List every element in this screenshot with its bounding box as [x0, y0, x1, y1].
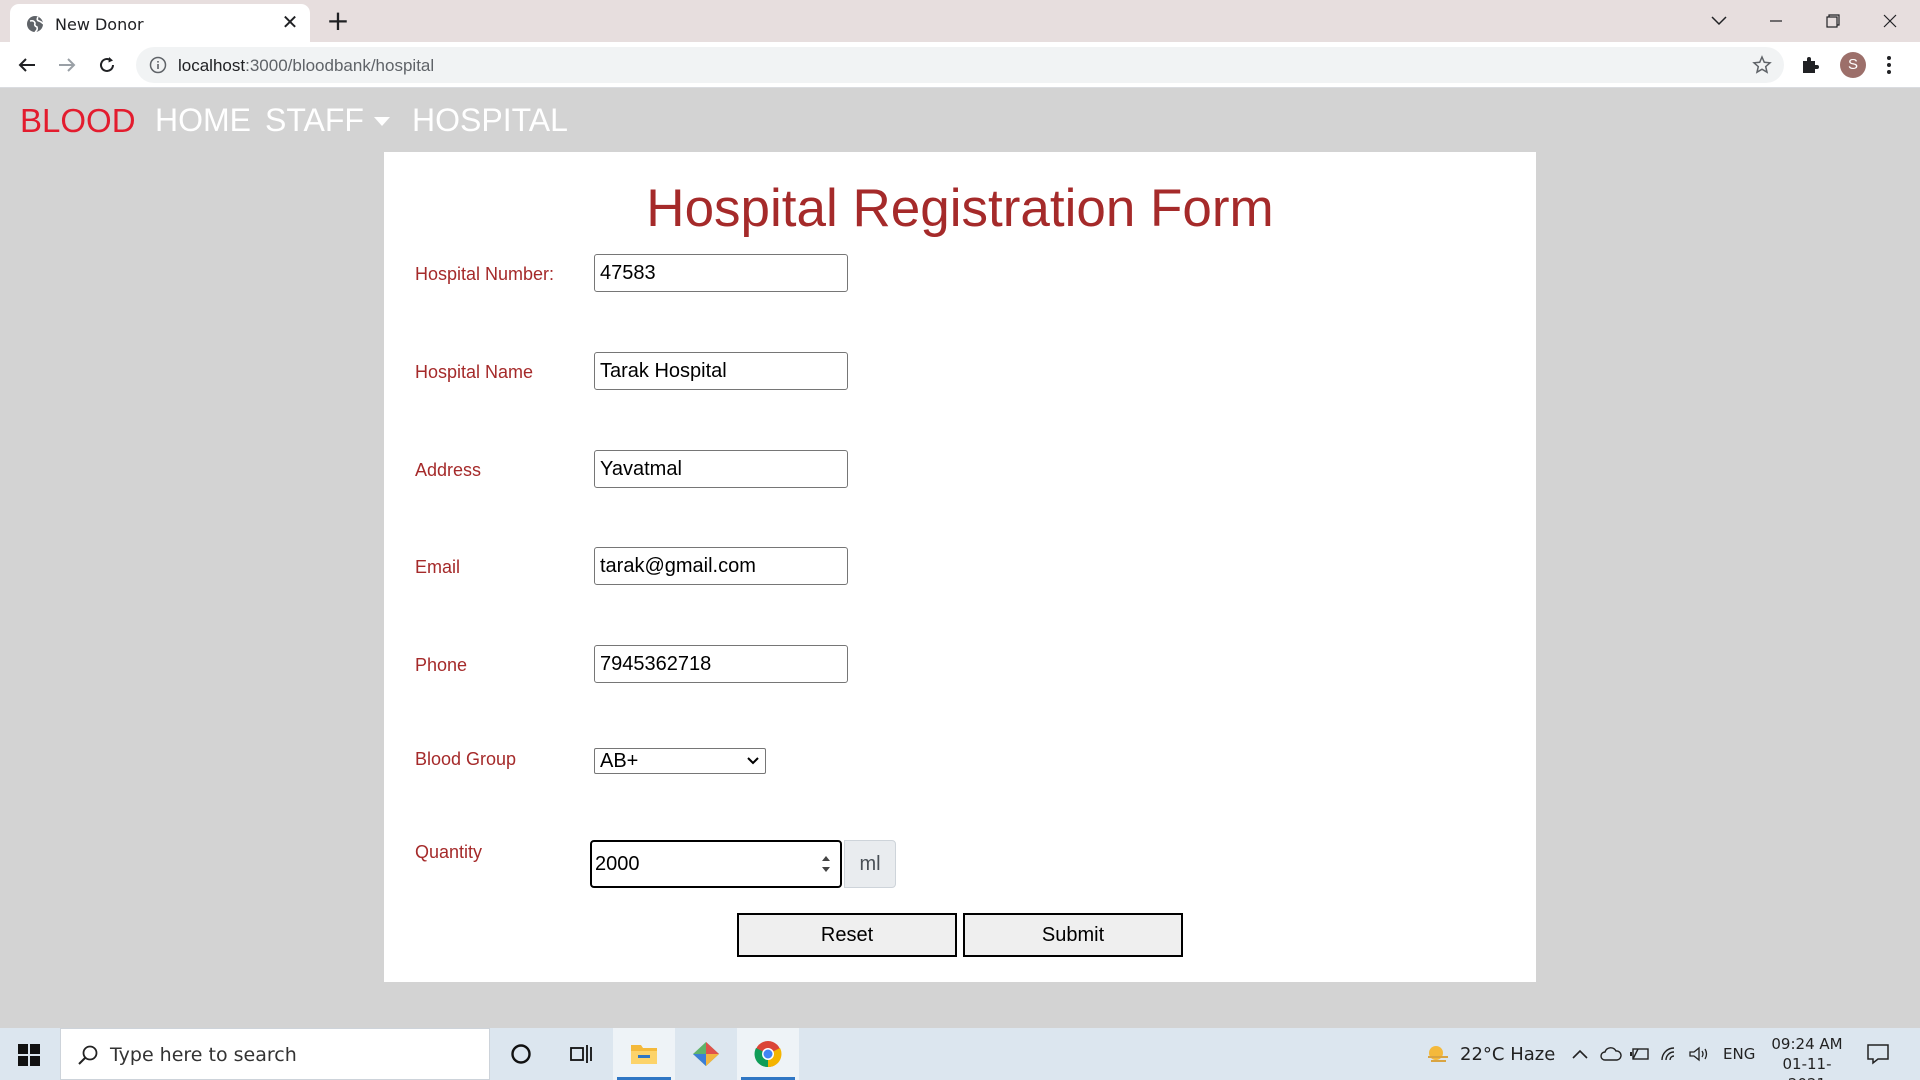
window-close-icon[interactable]	[1875, 6, 1905, 36]
page-content: BLOOD HOME STAFF HOSPITAL Hospital Regis…	[0, 88, 1920, 1028]
battery-icon[interactable]	[1630, 1028, 1650, 1080]
taskbar-search-box[interactable]: Type here to search	[60, 1028, 490, 1080]
reload-icon[interactable]	[92, 50, 122, 80]
system-clock[interactable]: 09:24 AM 01-11-2021	[1768, 1034, 1846, 1080]
globe-icon	[27, 16, 44, 33]
url-host: localhost	[178, 56, 246, 75]
weather-widget[interactable]: 22°C Haze	[1424, 1028, 1555, 1080]
hospital-number-label: Hospital Number:	[415, 264, 555, 284]
reset-button[interactable]: Reset	[737, 913, 957, 957]
wifi-icon[interactable]	[1660, 1028, 1680, 1080]
url-text: localhost:3000/bloodbank/hospital	[178, 56, 434, 76]
url-path: :3000/bloodbank/hospital	[245, 56, 435, 75]
address-bar[interactable]: localhost:3000/bloodbank/hospital	[136, 47, 1784, 83]
email-label: Email	[415, 557, 461, 577]
submit-button[interactable]: Submit	[963, 913, 1183, 957]
forward-icon[interactable]	[52, 50, 82, 80]
menu-kebab-icon[interactable]	[1883, 54, 1895, 76]
phone-input[interactable]: 7945362718	[594, 645, 848, 683]
onedrive-cloud-icon[interactable]	[1600, 1028, 1622, 1080]
git-app-icon[interactable]	[675, 1028, 737, 1080]
site-navbar: BLOOD HOME STAFF HOSPITAL	[0, 88, 1920, 154]
tray-chevron-up-icon[interactable]	[1572, 1028, 1588, 1080]
hospital-number-input[interactable]: 47583	[594, 254, 848, 292]
volume-icon[interactable]	[1688, 1028, 1710, 1080]
new-tab-icon[interactable]: +	[324, 7, 352, 35]
blood-group-select[interactable]: AB+	[594, 748, 766, 774]
task-view-icon[interactable]	[550, 1028, 612, 1080]
restore-icon[interactable]	[1818, 6, 1848, 36]
quantity-input[interactable]: 2000	[590, 840, 842, 888]
quantity-unit-addon: ml	[844, 840, 896, 888]
blood-group-label: Blood Group	[415, 749, 517, 769]
number-spinner-icon[interactable]	[820, 850, 832, 878]
phone-label: Phone	[415, 655, 468, 675]
windows-taskbar: Type here to search 22°C Haze ENG 09:24 …	[0, 1028, 1920, 1080]
blood-group-value: AB+	[600, 750, 639, 772]
cortana-icon[interactable]	[490, 1028, 552, 1080]
chevron-down-icon	[747, 757, 759, 765]
nav-home-link[interactable]: HOME	[155, 102, 251, 139]
brand-logo-link[interactable]: BLOOD	[20, 102, 136, 140]
browser-tab[interactable]: New Donor ✕	[10, 4, 310, 42]
form-title: Hospital Registration Form	[646, 179, 1274, 238]
clock-time: 09:24 AM	[1771, 1035, 1843, 1053]
notification-center-icon[interactable]	[1866, 1028, 1890, 1080]
hospital-name-input[interactable]: Tarak Hospital	[594, 352, 848, 390]
file-explorer-icon[interactable]	[613, 1028, 675, 1080]
address-input[interactable]: Yavatmal	[594, 450, 848, 488]
profile-avatar[interactable]: S	[1840, 52, 1866, 78]
close-tab-icon[interactable]: ✕	[280, 13, 300, 33]
site-info-icon[interactable]	[149, 56, 167, 74]
search-placeholder: Type here to search	[110, 1044, 297, 1066]
nav-hospital-link[interactable]: HOSPITAL	[412, 102, 568, 139]
chrome-app-icon[interactable]	[737, 1028, 799, 1080]
tab-search-icon[interactable]	[1704, 6, 1734, 36]
windows-start-icon[interactable]	[18, 1044, 40, 1066]
address-label: Address	[415, 460, 482, 480]
back-icon[interactable]	[12, 50, 42, 80]
quantity-label: Quantity	[415, 842, 483, 862]
minimize-icon[interactable]	[1761, 6, 1791, 36]
browser-tab-strip: New Donor ✕ +	[0, 0, 1920, 42]
search-icon	[78, 1045, 98, 1065]
hospital-name-label: Hospital Name	[415, 362, 534, 382]
caret-down-icon[interactable]	[374, 117, 390, 126]
language-indicator[interactable]: ENG	[1723, 1028, 1755, 1080]
tab-title: New Donor	[55, 15, 144, 34]
quantity-value: 2000	[595, 853, 640, 875]
bookmark-star-icon[interactable]	[1752, 55, 1772, 75]
extensions-puzzle-icon[interactable]	[1799, 53, 1823, 77]
registration-form-card: Hospital Registration Form Hospital Numb…	[384, 152, 1536, 982]
email-input[interactable]: tarak@gmail.com	[594, 547, 848, 585]
clock-date: 01-11-2021	[1782, 1055, 1832, 1080]
weather-text: 22°C Haze	[1460, 1043, 1556, 1065]
browser-toolbar: localhost:3000/bloodbank/hospital S	[0, 42, 1920, 88]
weather-haze-icon	[1428, 1046, 1448, 1062]
nav-staff-dropdown[interactable]: STAFF	[265, 102, 364, 139]
